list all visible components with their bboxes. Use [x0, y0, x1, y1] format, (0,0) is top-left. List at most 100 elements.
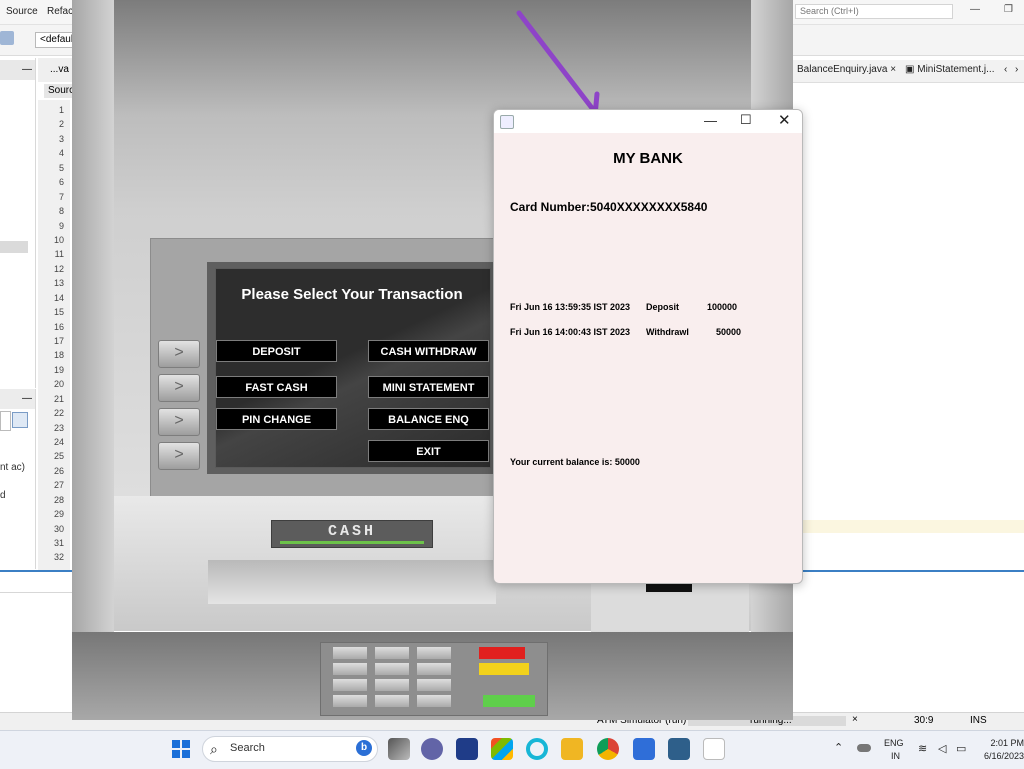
status-insert-mode: INS [970, 715, 987, 726]
java-file-icon: ▣ [905, 64, 915, 75]
transaction-amount: 50000 [716, 327, 742, 337]
onedrive-icon[interactable] [857, 744, 871, 752]
bank-name: MY BANK [613, 150, 683, 167]
cash-withdraw-button[interactable]: CASH WITHDRAW [368, 340, 489, 362]
line-number: 10 [53, 235, 64, 245]
language-code[interactable]: ENG [884, 738, 904, 748]
enter-key[interactable] [483, 695, 535, 707]
pin-change-button[interactable]: PIN CHANGE [216, 408, 337, 430]
java-taskbar-icon[interactable] [703, 738, 725, 760]
navigator-minimize-icon[interactable]: — [22, 393, 32, 404]
deposit-button[interactable]: DEPOSIT [216, 340, 337, 362]
minimize-icon[interactable]: — [704, 113, 717, 128]
taskbar-search-box[interactable] [202, 736, 378, 762]
side-key-1[interactable]: > [158, 340, 200, 368]
receipt-tray [208, 560, 496, 604]
line-number: 29 [53, 509, 64, 519]
navigator-grid-icon[interactable] [12, 412, 28, 428]
ide-search-input[interactable]: Search (Ctrl+I) [795, 4, 953, 19]
mini-statement-button[interactable]: MINI STATEMENT [368, 376, 489, 398]
netbeans-icon[interactable] [668, 738, 690, 760]
cortana-icon[interactable] [526, 738, 548, 760]
keypad-key[interactable] [417, 679, 451, 691]
task-view-icon[interactable] [388, 738, 410, 760]
cancel-key[interactable] [479, 647, 525, 659]
balance-enquiry-button[interactable]: BALANCE ENQ [368, 408, 489, 430]
selected-node[interactable] [0, 241, 28, 253]
keypad [320, 642, 548, 716]
card-number: Card Number:5040XXXXXXXX5840 [510, 200, 708, 214]
store-icon[interactable] [491, 738, 513, 760]
side-key-4[interactable]: > [158, 442, 200, 470]
line-number-gutter: 1 2 3 4 5 6 7 8 9 10 11 12 13 14 15 16 1… [38, 100, 70, 570]
keypad-key[interactable] [375, 647, 409, 659]
app-cube-icon[interactable] [633, 738, 655, 760]
line-number: 19 [53, 365, 64, 375]
windows-start-icon[interactable] [172, 740, 190, 758]
line-number: 13 [53, 278, 64, 288]
keypad-key[interactable] [375, 695, 409, 707]
editor-tab[interactable]: ...va [50, 64, 69, 75]
line-number: 20 [53, 379, 64, 389]
keypad-key[interactable] [333, 663, 367, 675]
line-number: 15 [53, 307, 64, 317]
clock-time[interactable]: 2:01 PM [980, 738, 1024, 748]
line-number: 1 [58, 105, 64, 115]
close-icon[interactable]: ✕ [778, 111, 791, 129]
side-key-2[interactable]: > [158, 374, 200, 402]
output-separator [0, 592, 72, 593]
clock-date[interactable]: 6/16/2023 [980, 751, 1024, 761]
tab-balance-enquiry[interactable]: BalanceEnquiry.java × [797, 64, 896, 75]
battery-icon[interactable]: ▭ [956, 742, 966, 755]
tab-scroll-left-icon[interactable]: ‹ [1004, 64, 1007, 75]
toolbar-tool-icon[interactable] [0, 31, 14, 45]
search-icon: ⌕ [210, 741, 218, 757]
ide-minimize-icon[interactable]: — [970, 4, 980, 15]
keypad-key[interactable] [375, 663, 409, 675]
keypad-key[interactable] [417, 647, 451, 659]
transaction-amount: 100000 [707, 302, 738, 312]
keypad-key[interactable] [333, 679, 367, 691]
region-code[interactable]: IN [891, 751, 900, 761]
line-number: 22 [53, 408, 64, 418]
chrome-icon[interactable] [597, 738, 619, 760]
pen-app-icon[interactable] [456, 738, 478, 760]
transaction-date: Fri Jun 16 13:59:35 IST 2023 [510, 302, 631, 312]
volume-icon[interactable]: ◁ [938, 742, 946, 755]
line-number: 28 [53, 495, 64, 505]
chevron-right-icon: > [174, 344, 184, 361]
menu-refactor[interactable]: Refac [47, 6, 73, 17]
panel-minimize-icon[interactable]: — [22, 64, 32, 75]
teams-chat-icon[interactable] [421, 738, 443, 760]
line-number: 11 [54, 249, 64, 259]
screen-title: Please Select Your Transaction [241, 286, 463, 303]
maximize-icon[interactable]: ☐ [740, 112, 752, 128]
line-number: 5 [58, 163, 64, 173]
java-app-icon [500, 115, 514, 129]
keypad-key[interactable] [333, 695, 367, 707]
side-key-3[interactable]: > [158, 408, 200, 436]
transaction-type: Deposit [646, 302, 680, 312]
ide-restore-icon[interactable]: ❐ [1004, 4, 1013, 15]
menu-source[interactable]: Source [6, 6, 38, 17]
dialog-titlebar [494, 110, 802, 133]
exit-button[interactable]: EXIT [368, 440, 489, 462]
bing-icon[interactable]: b [356, 740, 372, 756]
line-number: 25 [53, 451, 64, 461]
navigator-filter-combo[interactable] [0, 411, 11, 431]
tab-scroll-right-icon[interactable]: › [1015, 64, 1018, 75]
keypad-key[interactable] [417, 695, 451, 707]
tab-close-icon[interactable]: × [890, 64, 896, 75]
navigator-text-2: d [0, 490, 6, 501]
keypad-key[interactable] [333, 647, 367, 659]
clear-key[interactable] [479, 663, 529, 675]
fast-cash-button[interactable]: FAST CASH [216, 376, 337, 398]
status-cancel-icon[interactable]: × [852, 714, 858, 725]
keypad-key[interactable] [417, 663, 451, 675]
wifi-icon[interactable]: ≋ [918, 742, 927, 755]
file-explorer-icon[interactable] [561, 738, 583, 760]
tab-mini-statement-label: MiniStatement.j... [917, 64, 995, 75]
tab-mini-statement[interactable]: ▣ MiniStatement.j... [905, 64, 995, 75]
keypad-key[interactable] [375, 679, 409, 691]
tray-chevron-up-icon[interactable]: ⌃ [834, 741, 843, 754]
